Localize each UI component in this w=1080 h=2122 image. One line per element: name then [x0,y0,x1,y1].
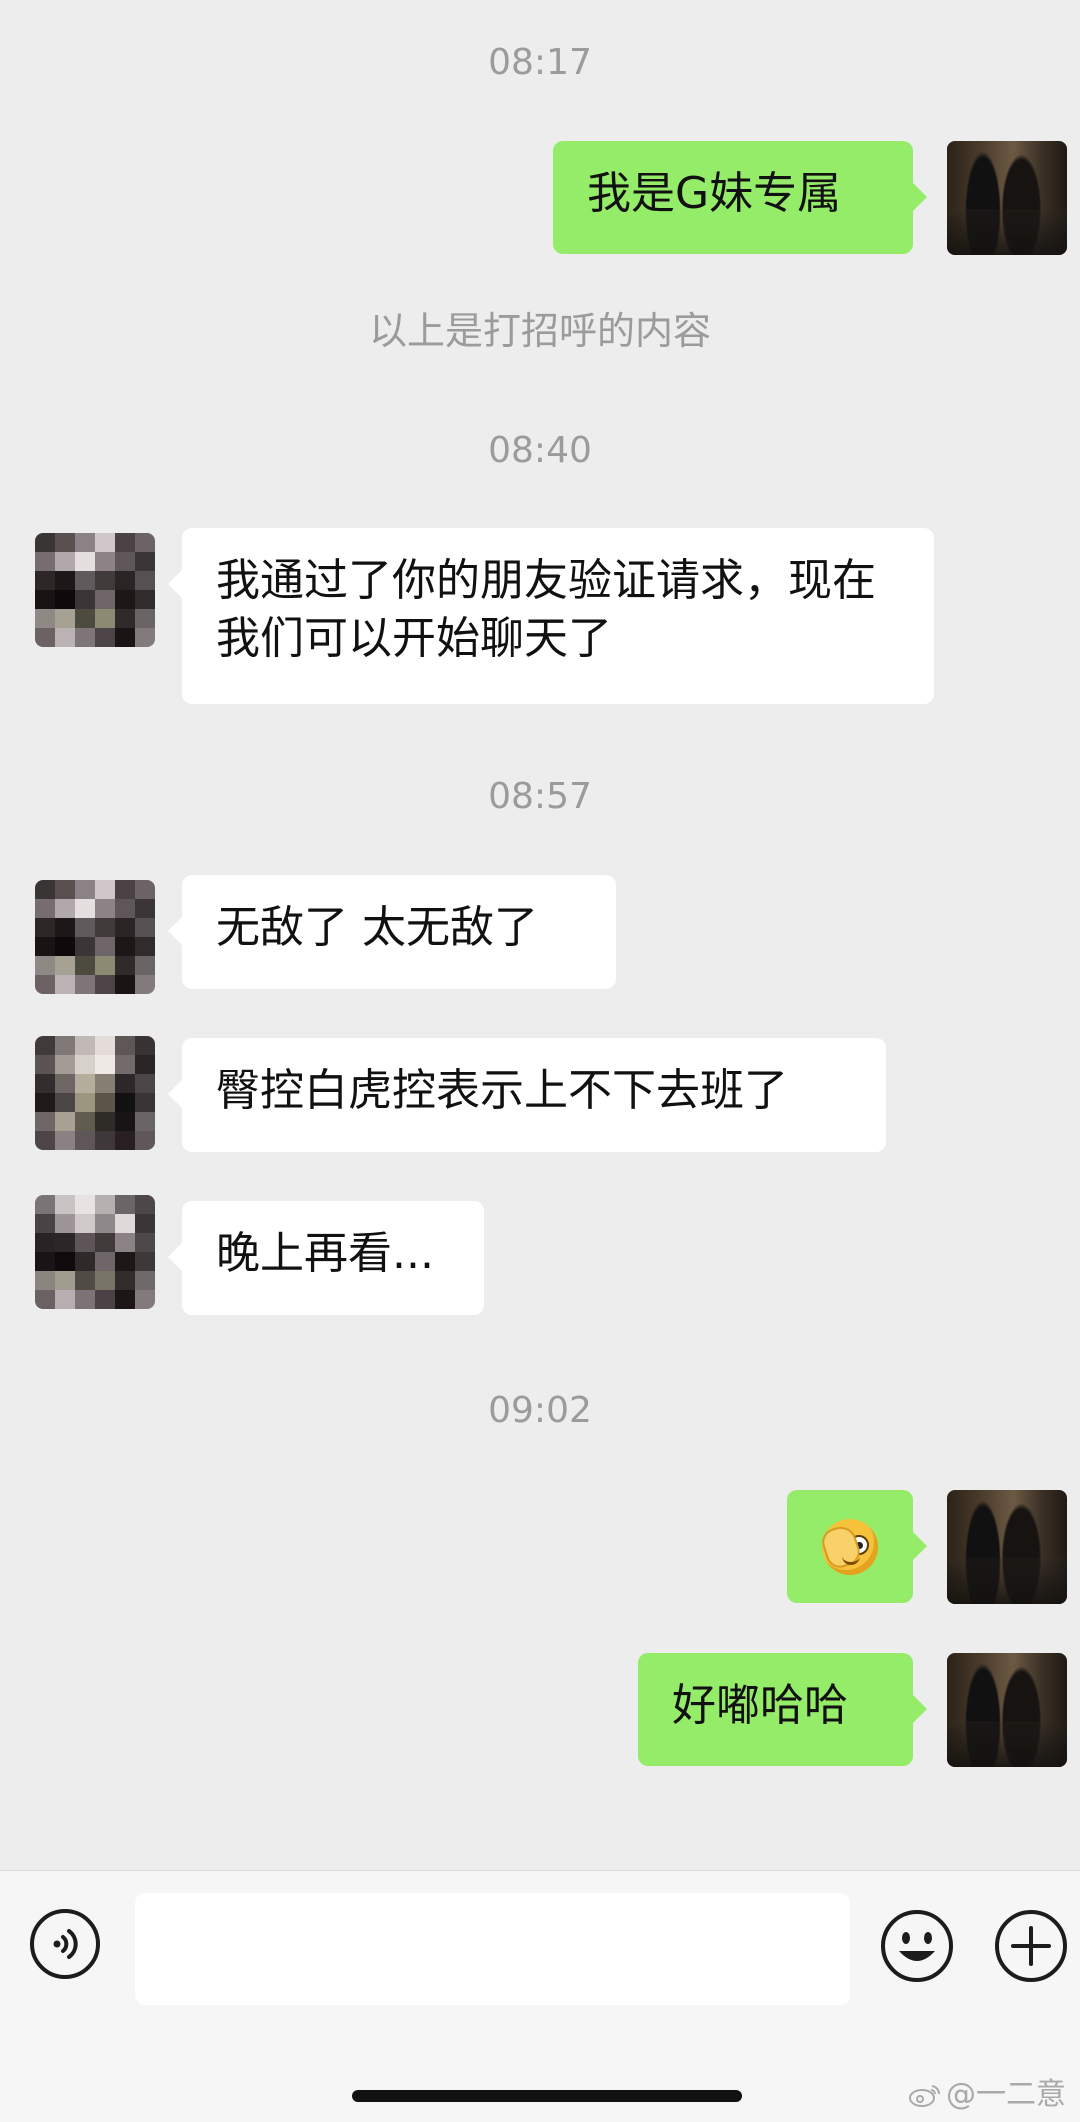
message-bubble-outgoing[interactable]: 好嘟哈哈 [638,1653,927,1766]
contact-avatar[interactable] [35,533,155,647]
timestamp: 09:02 [488,1390,592,1431]
timestamp: 08:40 [488,430,592,471]
chat-area[interactable]: 08:17 我是G妹专属 以上是打招呼的内容 08:40 我通过了你的朋友验证请… [0,0,1080,1870]
my-avatar[interactable] [947,1490,1067,1604]
message-bubble-incoming[interactable]: 臀控白虎控表示上不下去班了 [168,1038,886,1152]
weibo-logo-icon [909,2085,941,2107]
my-avatar[interactable] [947,141,1067,255]
message-bubble-outgoing[interactable]: 我是G妹专属 [553,141,927,254]
message-input[interactable] [135,1893,850,2005]
more-button[interactable] [994,1909,1068,1983]
contact-avatar[interactable] [35,1036,155,1150]
voice-icon [53,1929,78,1959]
watermark-text: @一二意 [946,2077,1066,2112]
emoji-button[interactable] [880,1909,954,1983]
watermark: @一二意 [908,2069,1066,2113]
home-indicator[interactable] [352,2090,742,2102]
message-bubble-incoming[interactable]: 晚上再看... [168,1201,484,1315]
my-avatar[interactable] [947,1653,1067,1767]
emoji-message-bubble[interactable] [787,1490,927,1603]
smiley-icon [881,1910,953,1982]
message-bubble-incoming[interactable]: 我通过了你的朋友验证请求，现在我们可以开始聊天了 [168,528,934,704]
voice-button[interactable] [30,1909,100,1979]
contact-avatar[interactable] [35,1195,155,1309]
message-bubble-incoming[interactable]: 无敌了 太无敌了 [168,875,616,989]
timestamp: 08:17 [488,42,592,83]
face-with-hand-over-eye-emoji [818,1518,878,1575]
contact-avatar[interactable] [35,880,155,994]
timestamp: 08:57 [488,776,592,817]
system-note: 以上是打招呼的内容 [368,309,711,353]
plus-icon [995,1910,1067,1982]
